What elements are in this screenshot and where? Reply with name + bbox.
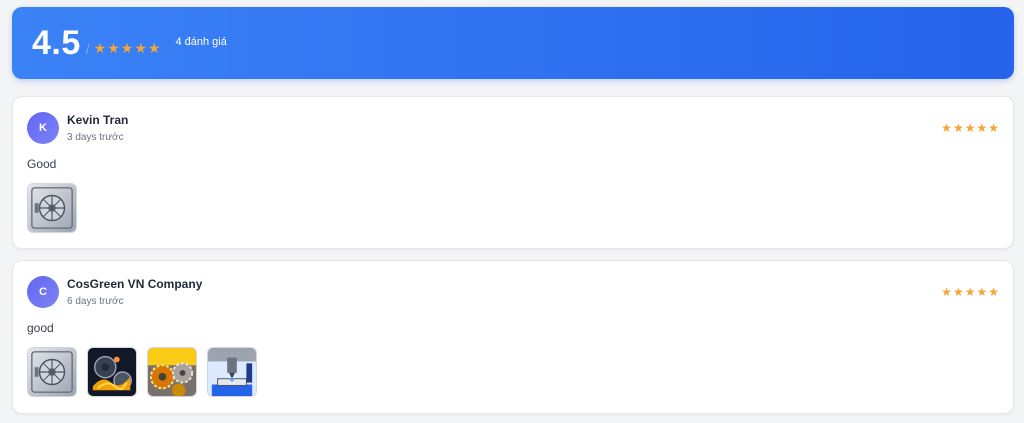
review-star-rating: ★ ★ ★ ★ ★ [940,122,999,134]
review-card: K Kevin Tran 3 days trước ★ ★ ★ ★ ★ Good [12,96,1014,249]
review-date: 3 days trước [67,132,124,143]
star-icon: ★ [147,40,161,56]
review-card: C CosGreen VN Company 6 days trước ★ ★ ★… [12,260,1014,414]
rating-separator: / [85,41,90,57]
cnc-machine-image[interactable] [207,347,257,397]
star-icon: ★ [93,40,107,56]
star-icon: ★ [941,121,952,135]
star-icon: ★ [988,121,999,135]
star-icon: ★ [952,285,964,299]
rating-summary-banner: 4.5 / ★ ★ ★ ★ ★ 4 đánh giá [12,7,1014,79]
reviews-widget: 4.5 / ★ ★ ★ ★ ★ 4 đánh giá K Kevin Tran … [0,0,1024,423]
review-text: good [27,321,54,335]
review-star-rating: ★ ★ ★ ★ ★ [940,286,999,298]
avatar: K [27,112,59,144]
reviewer-name: CosGreen VN Company [67,277,203,291]
molten-gears-image[interactable] [87,347,137,397]
golden-gears-image[interactable] [147,347,197,397]
vault-door-image[interactable] [27,347,77,397]
star-icon: ★ [134,40,147,56]
star-icon: ★ [964,121,976,135]
star-icon: ★ [107,40,120,56]
star-icon: ★ [976,285,988,299]
review-text: Good [27,157,57,171]
star-icon: ★ [976,121,988,135]
star-icon: ★ [988,285,999,299]
avatar: C [27,276,59,308]
summary-star-rating: ★ ★ ★ ★ ★ [94,41,162,55]
review-images [27,347,267,397]
star-icon: ★ [964,285,976,299]
star-icon: ★ [120,40,134,56]
review-date: 6 days trước [67,296,124,307]
star-icon: ★ [941,285,952,299]
star-icon: ★ [952,121,964,135]
vault-door-image[interactable] [27,183,77,233]
review-count: 4 đánh giá [175,36,227,48]
review-images [27,183,87,233]
average-rating: 4.5 [32,23,81,62]
reviewer-name: Kevin Tran [67,113,129,127]
